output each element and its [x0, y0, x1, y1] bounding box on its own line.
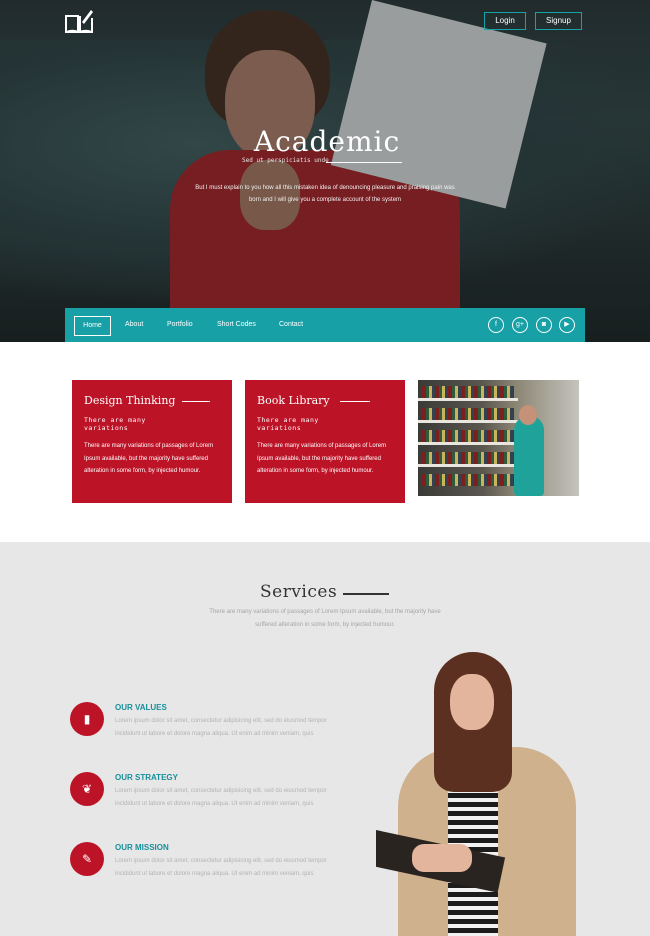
nav-item-contact[interactable]: Contact: [279, 316, 303, 336]
login-button[interactable]: Login: [484, 12, 526, 30]
services-title: Services: [260, 582, 338, 602]
service-body-values: Lorem ipsum dolor sit amet, consectetur …: [115, 718, 327, 737]
nav-item-short-codes[interactable]: Short Codes: [217, 316, 256, 336]
feature-card-book-library: Book Library There are many variations T…: [245, 380, 405, 503]
feature-card-body: There are many variations of passages of…: [257, 443, 387, 474]
library-books: [422, 452, 514, 464]
book-pencil-icon[interactable]: [64, 8, 94, 34]
library-photo-person: [514, 416, 544, 496]
library-photo-head: [519, 405, 537, 425]
youtube-icon[interactable]: ▶: [559, 317, 575, 333]
student-photo-hands: [412, 844, 472, 872]
google-plus-icon[interactable]: g+: [512, 317, 528, 333]
library-shelf: [418, 420, 518, 423]
library-books: [422, 474, 514, 486]
hero-subtitle-rule: [326, 162, 402, 163]
nav-item-portfolio[interactable]: Portfolio: [167, 316, 193, 336]
student-photo: [376, 652, 576, 936]
feature-card-subtitle: There are many variations: [84, 416, 146, 432]
library-photo: [418, 380, 579, 496]
services-section: Services There are many variations of pa…: [0, 542, 650, 936]
service-heading-mission: OUR MISSION: [115, 843, 169, 852]
feature-card-design-thinking: Design Thinking There are many variation…: [72, 380, 232, 503]
service-heading-strategy: OUR STRATEGY: [115, 773, 178, 782]
hero-title: Academic: [253, 125, 401, 158]
document-icon: ▮: [70, 702, 104, 736]
nav-item-about[interactable]: About: [125, 316, 143, 336]
feature-card-body: There are many variations of passages of…: [84, 443, 214, 474]
library-books: [422, 386, 514, 398]
hero-banner: Login Signup Academic Sed ut perspiciati…: [0, 0, 650, 342]
feature-card-title-rule: [182, 401, 210, 402]
facebook-icon[interactable]: f: [488, 317, 504, 333]
library-shelf: [418, 442, 518, 445]
feature-card-subtitle: There are many variations: [257, 416, 319, 432]
feature-card-title: Book Library: [257, 394, 330, 407]
library-shelf: [418, 464, 518, 467]
hero-description: But I must explain to you how all this m…: [195, 185, 455, 203]
library-books: [422, 430, 514, 442]
service-body-mission: Lorem ipsum dolor sit amet, consectetur …: [115, 858, 327, 877]
nav-item-home[interactable]: Home: [74, 316, 111, 336]
main-nav: Home About Portfolio Short Codes Contact…: [65, 308, 585, 342]
service-heading-values: OUR VALUES: [115, 703, 167, 712]
feature-card-title: Design Thinking: [84, 394, 176, 407]
student-photo-face: [450, 674, 494, 730]
leaf-icon: ❦: [70, 772, 104, 806]
pencil-icon: ✎: [70, 842, 104, 876]
services-title-rule: [343, 593, 389, 595]
library-shelf: [418, 398, 518, 401]
services-description: There are many variations of passages of…: [209, 609, 441, 628]
service-body-strategy: Lorem ipsum dolor sit amet, consectetur …: [115, 788, 327, 807]
signup-button[interactable]: Signup: [535, 12, 582, 30]
instagram-icon[interactable]: ◙: [536, 317, 552, 333]
library-books: [422, 408, 514, 420]
hero-overlay: [0, 0, 650, 342]
hero-subtitle: Sed ut perspiciatis unde: [242, 157, 329, 164]
feature-card-title-rule: [340, 401, 370, 402]
